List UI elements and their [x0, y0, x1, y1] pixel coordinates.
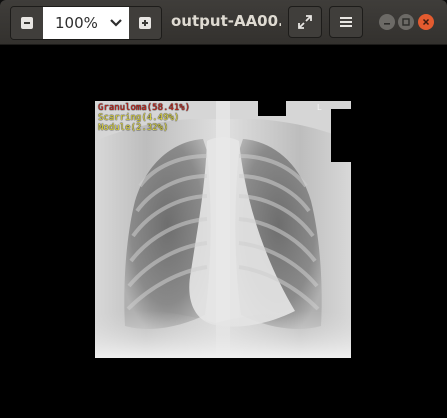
zoom-controls: 100%: [10, 6, 162, 40]
expand-icon: [298, 15, 312, 29]
finding-label-granuloma: Granuloma(58.41%): [98, 103, 191, 113]
image-viewer-window: 100% output-AA00...: [0, 0, 447, 418]
maximize-icon: [402, 18, 410, 26]
plus-icon: [139, 17, 151, 29]
zoom-in-button[interactable]: [129, 7, 161, 39]
finding-label-nodule: Nodule(2.32%): [98, 123, 169, 133]
maximize-button[interactable]: [398, 14, 414, 30]
header-bar: 100% output-AA00...: [0, 0, 447, 45]
minus-icon: [21, 17, 33, 29]
hamburger-menu-icon: [340, 17, 352, 27]
window-title: output-AA00...: [171, 12, 281, 30]
chest-xray-image: L Granuloma(58.41%) Scarring(4.49%) Nodu…: [95, 101, 351, 358]
menu-button[interactable]: [329, 6, 363, 38]
svg-text:L: L: [317, 103, 322, 112]
minimize-button[interactable]: [379, 14, 395, 30]
minimize-icon: [384, 23, 390, 25]
chevron-down-icon: [110, 19, 122, 27]
xray-picture: L: [95, 101, 351, 358]
zoom-out-button[interactable]: [11, 7, 43, 39]
finding-label-scarring: Scarring(4.49%): [98, 113, 180, 123]
close-button[interactable]: [418, 14, 434, 30]
zoom-level-value: 100%: [55, 14, 98, 32]
fullscreen-button[interactable]: [288, 6, 322, 38]
zoom-level-combo[interactable]: 100%: [43, 7, 129, 39]
close-icon: [422, 18, 430, 26]
